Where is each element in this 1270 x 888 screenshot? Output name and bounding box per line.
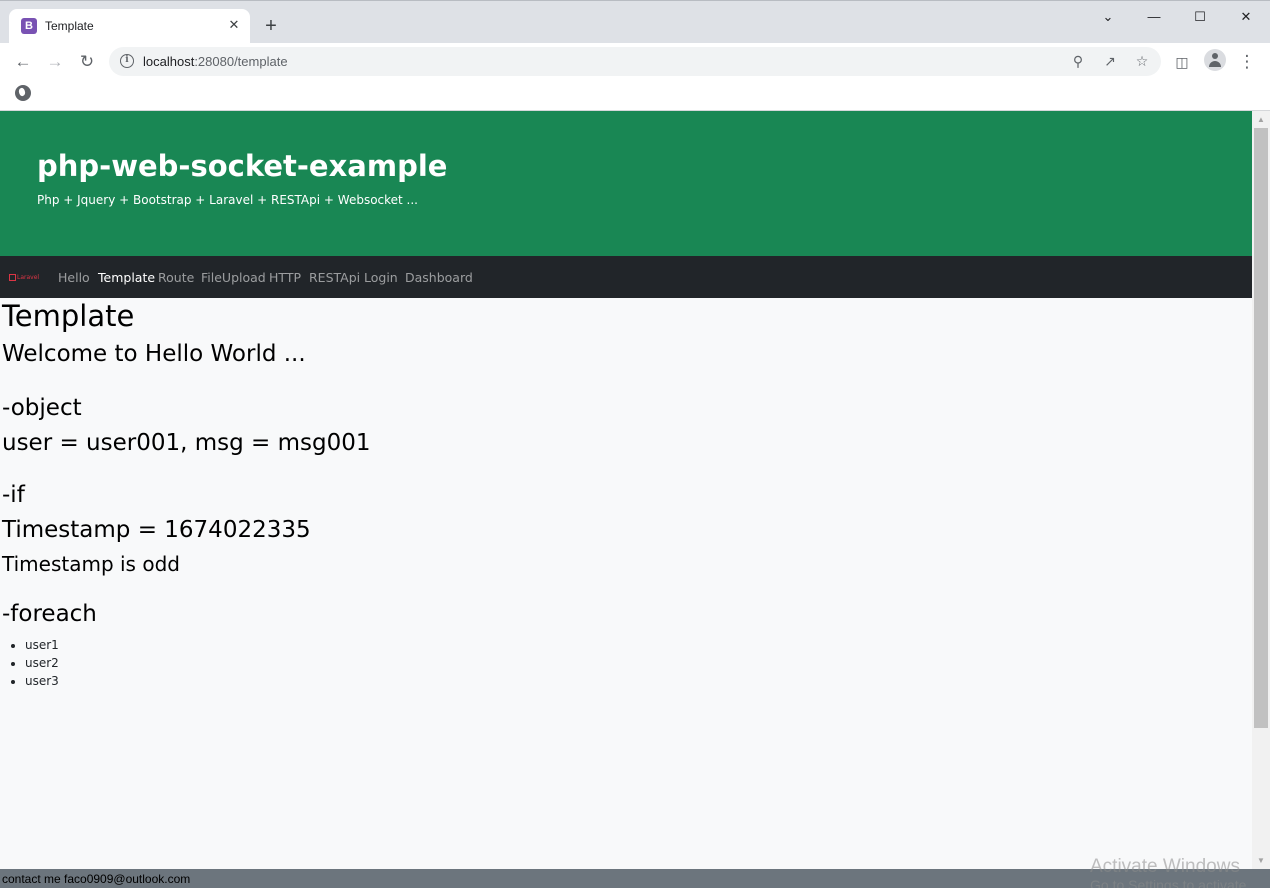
page-viewport: php-web-socket-example Php + Jquery + Bo… bbox=[0, 111, 1252, 869]
browser-tab[interactable]: B Template ✕ bbox=[9, 9, 250, 44]
laravel-logo-icon bbox=[9, 274, 16, 281]
menu-kebab-icon[interactable]: ⋮ bbox=[1235, 50, 1259, 74]
timestamp-parity: Timestamp is odd bbox=[2, 552, 180, 576]
nav-dashboard[interactable]: Dashboard bbox=[405, 270, 473, 285]
globe-icon[interactable] bbox=[15, 85, 31, 101]
laravel-logo[interactable]: Laravel bbox=[9, 274, 41, 282]
tab-title: Template bbox=[45, 19, 94, 33]
nav-restapi[interactable]: RESTApi bbox=[309, 270, 360, 285]
tab-strip: B Template ✕ + ⌄ — ☐ ✕ bbox=[0, 0, 1270, 44]
nav-login[interactable]: Login bbox=[364, 270, 398, 285]
profile-avatar[interactable] bbox=[1204, 49, 1226, 71]
tab-search-icon[interactable]: ⌄ bbox=[1085, 6, 1131, 28]
list-item: user1 bbox=[25, 636, 59, 654]
side-panel-icon[interactable]: ◫ bbox=[1170, 50, 1194, 74]
hero-subtitle: Php + Jquery + Bootstrap + Laravel + RES… bbox=[37, 193, 418, 207]
user-list: user1 user2 user3 bbox=[0, 636, 59, 690]
brand-text: Laravel bbox=[17, 274, 40, 281]
nav-fileupload[interactable]: FileUpload bbox=[201, 270, 266, 285]
forward-arrow-icon[interactable]: → bbox=[43, 50, 67, 74]
footer-bar: contact me faco0909@outlook.com bbox=[0, 869, 1270, 888]
list-item: user2 bbox=[25, 654, 59, 672]
hero-title: php-web-socket-example bbox=[37, 149, 448, 183]
url-path: :28080/template bbox=[194, 54, 288, 69]
object-heading: -object bbox=[2, 395, 82, 421]
nav-http[interactable]: HTTP bbox=[269, 270, 301, 285]
minimize-button[interactable]: — bbox=[1131, 6, 1177, 28]
new-tab-button[interactable]: + bbox=[260, 15, 282, 37]
maximize-button[interactable]: ☐ bbox=[1177, 6, 1223, 28]
tab-close-icon[interactable]: ✕ bbox=[225, 16, 243, 34]
navbar: Laravel Hello Template Route FileUpload … bbox=[0, 256, 1252, 298]
address-bar[interactable]: i localhost:28080/template ⚲ ↗ ☆ bbox=[109, 47, 1161, 76]
object-values: user = user001, msg = msg001 bbox=[2, 430, 371, 456]
window-close-button[interactable]: ✕ bbox=[1223, 6, 1269, 28]
url-host: localhost bbox=[143, 54, 195, 69]
bookmark-star-icon[interactable]: ☆ bbox=[1132, 51, 1152, 71]
nav-route[interactable]: Route bbox=[158, 270, 194, 285]
browser-toolbar: ← → ↻ i localhost:28080/template ⚲ ↗ ☆ ◫… bbox=[0, 43, 1270, 80]
hero-banner: php-web-socket-example Php + Jquery + Bo… bbox=[0, 111, 1252, 256]
site-info-icon[interactable]: i bbox=[120, 54, 134, 68]
nav-template[interactable]: Template bbox=[98, 270, 155, 285]
list-item: user3 bbox=[25, 672, 59, 690]
back-arrow-icon[interactable]: ← bbox=[11, 50, 35, 74]
url-text[interactable]: localhost:28080/template bbox=[143, 54, 288, 69]
activate-windows-subtext: Go to Settings to activate bbox=[1090, 877, 1247, 888]
activate-windows-watermark: Activate Windows bbox=[1090, 856, 1240, 877]
bootstrap-favicon-icon: B bbox=[21, 18, 37, 34]
scroll-up-icon[interactable]: ▲ bbox=[1252, 111, 1270, 128]
zoom-icon[interactable]: ⚲ bbox=[1068, 51, 1088, 71]
reload-icon[interactable]: ↻ bbox=[75, 50, 99, 74]
if-heading: -if bbox=[2, 482, 25, 508]
foreach-heading: -foreach bbox=[2, 601, 97, 627]
vertical-scrollbar[interactable]: ▲ ▼ bbox=[1252, 111, 1270, 869]
welcome-heading: Welcome to Hello World ... bbox=[2, 341, 306, 367]
bookmarks-bar bbox=[0, 80, 1270, 111]
nav-hello[interactable]: Hello bbox=[58, 270, 90, 285]
share-icon[interactable]: ↗ bbox=[1100, 51, 1120, 71]
contact-text: contact me faco0909@outlook.com bbox=[2, 872, 191, 886]
page-title: Template bbox=[2, 299, 135, 333]
scroll-thumb[interactable] bbox=[1254, 128, 1268, 728]
scroll-down-icon[interactable]: ▼ bbox=[1252, 852, 1270, 869]
timestamp-value: Timestamp = 1674022335 bbox=[2, 517, 311, 543]
